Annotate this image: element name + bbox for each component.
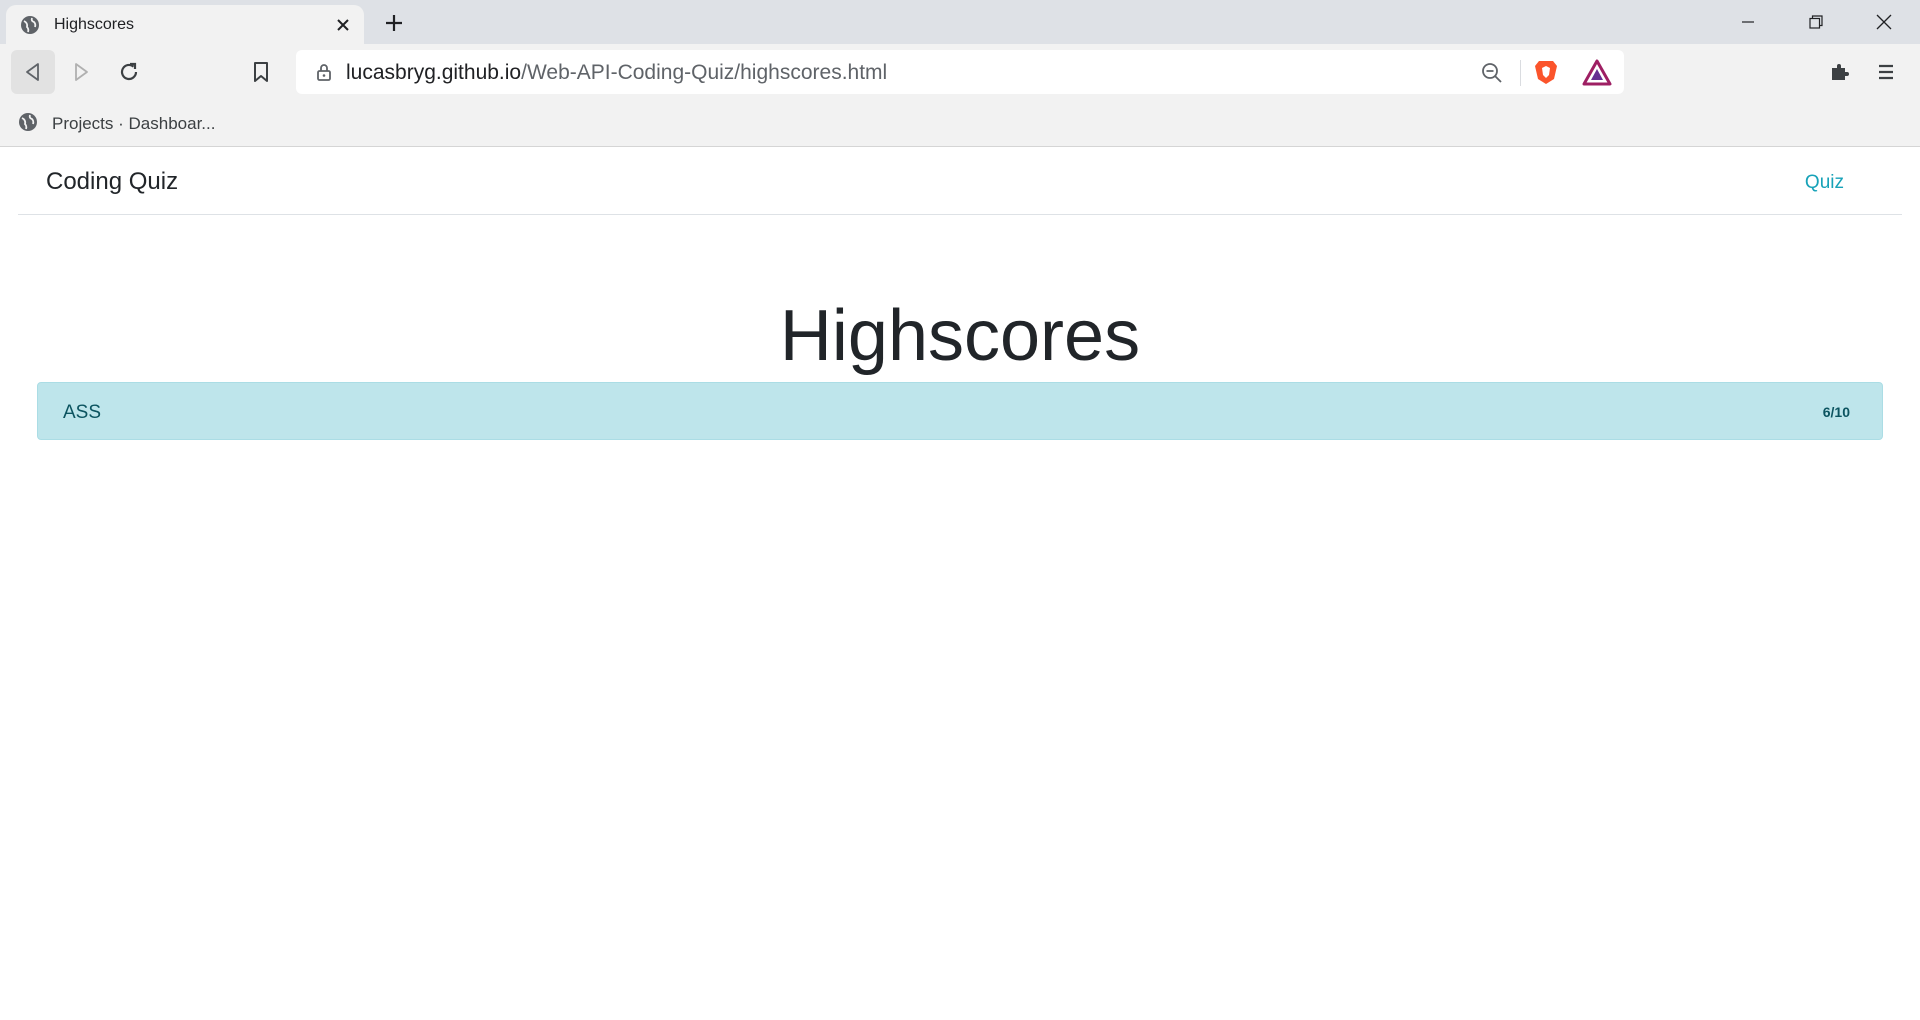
extensions-icon[interactable] — [1818, 50, 1862, 94]
forward-button[interactable] — [59, 50, 103, 94]
separator — [1520, 60, 1521, 86]
reload-button[interactable] — [107, 50, 151, 94]
close-icon[interactable] — [332, 14, 354, 36]
tab-strip: Highscores — [0, 0, 1920, 44]
brave-rewards-icon[interactable] — [1582, 58, 1612, 88]
highscores-list: ASS 6/10 — [37, 382, 1883, 440]
score-value: 6/10 — [1822, 404, 1850, 420]
navbar-brand[interactable]: Coding Quiz — [46, 168, 178, 196]
url-host: lucasbryg.github.io — [346, 61, 522, 84]
score-name: ASS — [63, 402, 102, 423]
zoom-out-icon[interactable] — [1480, 61, 1504, 85]
browser-toolbar: lucasbryg.github.io/Web-API-Coding-Quiz/… — [0, 44, 1920, 100]
restore-icon[interactable] — [1782, 0, 1850, 44]
window-close-icon[interactable] — [1850, 0, 1918, 44]
navbar: Coding Quiz Quiz — [18, 148, 1902, 215]
globe-icon — [18, 112, 38, 137]
minimize-icon[interactable] — [1714, 0, 1782, 44]
tab-title: Highscores — [54, 16, 135, 33]
menu-icon[interactable] — [1864, 50, 1908, 94]
back-button[interactable] — [11, 50, 55, 94]
brave-shields-icon[interactable] — [1532, 58, 1560, 86]
address-bar[interactable]: lucasbryg.github.io/Web-API-Coding-Quiz/… — [296, 50, 1624, 94]
page-title: Highscores — [779, 296, 1141, 376]
globe-icon — [20, 15, 40, 35]
quiz-link[interactable]: Quiz — [1805, 172, 1844, 194]
url-path: /Web-API-Coding-Quiz/highscores.html — [521, 61, 888, 84]
browser-tab[interactable]: Highscores — [6, 5, 364, 44]
bookmark-label: Projects · Dashboar... — [52, 114, 216, 133]
bookmark-item[interactable]: Projects · Dashboar... — [18, 109, 215, 139]
bookmark-button[interactable] — [239, 50, 283, 94]
bookmarks-bar: Projects · Dashboar... — [0, 100, 1920, 147]
new-tab-button[interactable] — [380, 9, 408, 37]
list-item: ASS 6/10 — [37, 382, 1883, 440]
page-content: Coding Quiz Quiz Highscores ASS 6/10 — [0, 148, 1920, 1020]
url-text: lucasbryg.github.io/Web-API-Coding-Quiz/… — [346, 61, 887, 85]
lock-icon[interactable] — [314, 62, 334, 82]
